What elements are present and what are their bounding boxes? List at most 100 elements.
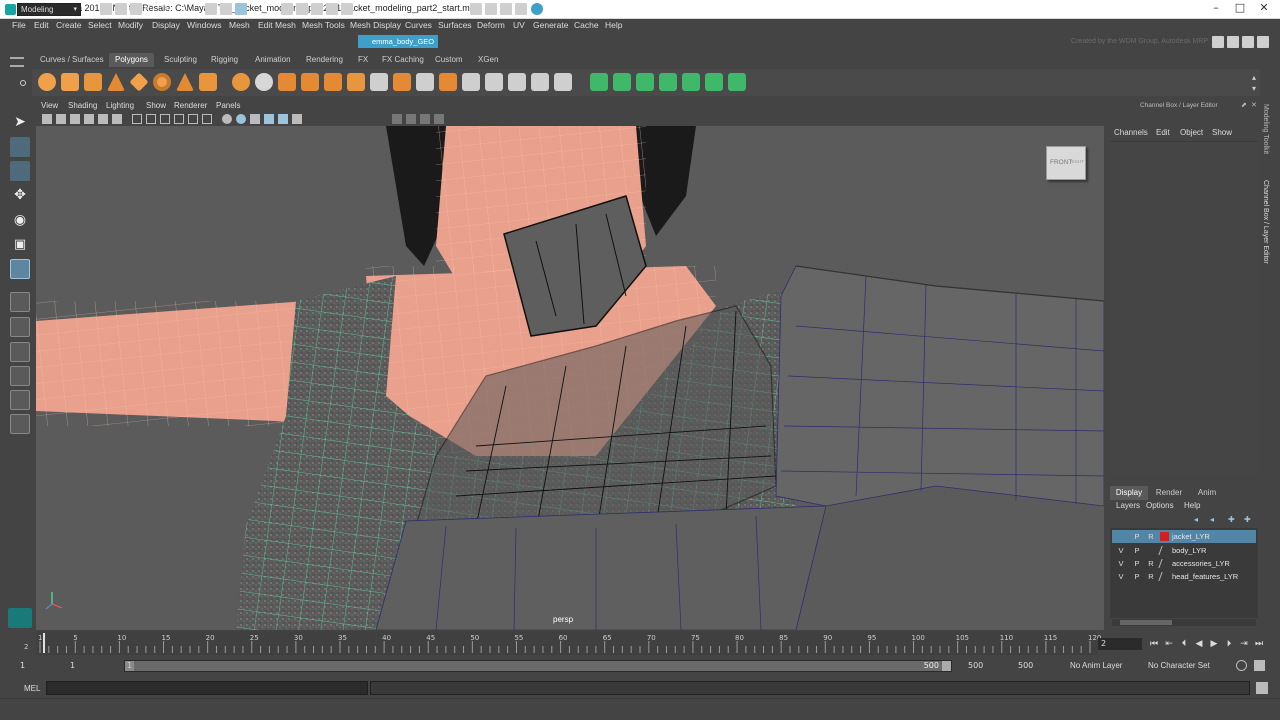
attribute-editor-toggle-icon[interactable] <box>1227 36 1239 48</box>
viewport-menu-renderer[interactable]: Renderer <box>174 101 207 110</box>
shelf-menu-icon[interactable] <box>10 57 24 67</box>
isolate-select-icon[interactable] <box>392 114 402 124</box>
image-plane-icon[interactable] <box>84 114 94 124</box>
layer-row-jacket[interactable]: P R jacket_LYR <box>1112 530 1256 543</box>
range-slider-start-handle[interactable] <box>125 661 134 671</box>
menu-edit-mesh[interactable]: Edit Mesh <box>258 20 296 30</box>
select-component-icon[interactable] <box>235 3 247 15</box>
bookmarks-icon[interactable] <box>70 114 80 124</box>
menu-curves[interactable]: Curves <box>405 20 432 30</box>
command-input[interactable] <box>46 681 368 695</box>
shelf-tab-custom[interactable]: Custom <box>431 53 467 67</box>
render-view-icon[interactable] <box>470 3 482 15</box>
new-layer-selected-icon[interactable]: ✚ <box>1244 515 1251 524</box>
hypershade-icon[interactable] <box>531 3 543 15</box>
new-scene-icon[interactable] <box>100 3 112 15</box>
tool-settings-toggle-icon[interactable] <box>1242 36 1254 48</box>
multi-cut-icon[interactable] <box>462 73 480 91</box>
undo-icon[interactable]: ↶ <box>145 3 157 15</box>
viewport-menu-panels[interactable]: Panels <box>216 101 240 110</box>
layer-color-swatch[interactable] <box>1158 572 1171 581</box>
panel-close-icon[interactable]: ✕ <box>1251 101 1257 109</box>
menu-select[interactable]: Select <box>88 20 112 30</box>
uv-editor-icon[interactable] <box>682 73 700 91</box>
shelf-scroll-up-icon[interactable]: ▴ <box>1252 73 1256 82</box>
outliner-layout-icon[interactable] <box>10 414 30 434</box>
minimize-button[interactable]: – <box>1204 0 1228 18</box>
menu-file[interactable]: File <box>12 20 26 30</box>
menu-modify[interactable]: Modify <box>118 20 143 30</box>
bridge-icon[interactable] <box>393 73 411 91</box>
move-layer-up-icon[interactable]: ◂ <box>1194 515 1198 524</box>
channel-box-layer-tab[interactable]: Channel Box / Layer Editor <box>1262 180 1269 264</box>
rotate-tool-icon[interactable]: ◉ <box>10 210 30 230</box>
shelf-options-icon[interactable] <box>20 80 26 86</box>
menu-display[interactable]: Display <box>152 20 180 30</box>
maximize-button[interactable]: □ <box>1228 0 1252 18</box>
boolean-difference-icon[interactable] <box>324 73 342 91</box>
select-camera-icon[interactable] <box>42 114 52 124</box>
layer-color-swatch[interactable] <box>1158 546 1171 555</box>
layer-tab-display[interactable]: Display <box>1110 486 1148 500</box>
character-set-selector[interactable]: No Character Set <box>1148 660 1228 672</box>
snap-grid-icon[interactable] <box>281 3 293 15</box>
step-back-frame-icon[interactable]: ⏴ <box>1178 638 1190 650</box>
layer-color-swatch[interactable] <box>1160 532 1169 541</box>
close-button[interactable]: ✕ <box>1252 0 1276 18</box>
play-forward-icon[interactable]: ▶ <box>1208 638 1220 650</box>
layer-row-head-features[interactable]: V P R head_features_LYR <box>1112 570 1256 583</box>
playback-start-field[interactable]: 1 <box>70 660 110 672</box>
four-view-layout-icon[interactable] <box>10 317 30 337</box>
poly-torus-icon[interactable] <box>153 73 171 91</box>
channel-box-area[interactable] <box>1110 141 1258 475</box>
menu-generate[interactable]: Generate <box>533 20 568 30</box>
script-editor-icon[interactable] <box>1256 682 1268 694</box>
twod-pan-zoom-icon[interactable] <box>98 114 108 124</box>
playback-end-field[interactable]: 500 <box>968 660 1008 672</box>
render-current-icon[interactable] <box>485 3 497 15</box>
layer-color-swatch[interactable] <box>1158 559 1171 568</box>
select-hierarchy-icon[interactable] <box>205 3 217 15</box>
uv-layout-icon[interactable] <box>705 73 723 91</box>
shadows-icon[interactable] <box>292 114 302 124</box>
redo-icon[interactable]: ↷ <box>160 3 172 15</box>
anim-layer-selector[interactable]: No Anim Layer <box>1070 660 1140 672</box>
uv-unfold-icon[interactable] <box>728 73 746 91</box>
grease-pencil-icon[interactable] <box>112 114 122 124</box>
wireframe-icon[interactable] <box>222 114 232 124</box>
layer-tab-anim[interactable]: Anim <box>1190 486 1224 500</box>
menu-mesh-display[interactable]: Mesh Display <box>350 20 401 30</box>
channel-menu-edit[interactable]: Edit <box>1156 128 1170 137</box>
menu-mesh-tools[interactable]: Mesh Tools <box>302 20 345 30</box>
viewport-menu-show[interactable]: Show <box>146 101 166 110</box>
poly-pipe-icon[interactable] <box>199 73 217 91</box>
poly-sphere-icon[interactable] <box>38 73 56 91</box>
layer-visibility-toggle[interactable]: V <box>1114 570 1128 583</box>
xray-joints-icon[interactable] <box>420 114 430 124</box>
layer-visibility-toggle[interactable]: V <box>1114 557 1128 570</box>
layer-tab-render[interactable]: Render <box>1150 486 1188 500</box>
insert-edge-loop-icon[interactable] <box>485 73 503 91</box>
layer-menu-options[interactable]: Options <box>1146 501 1174 510</box>
menu-mesh[interactable]: Mesh <box>229 20 250 30</box>
snap-view-plane-icon[interactable] <box>326 3 338 15</box>
animation-start-field[interactable]: 1 <box>20 660 60 672</box>
animation-preferences-icon[interactable] <box>1254 660 1265 671</box>
poly-cylinder-icon[interactable] <box>84 73 102 91</box>
shelf-tab-curves-surfaces[interactable]: Curves / Surfaces <box>36 53 108 67</box>
shelf-tab-xgen[interactable]: XGen <box>474 53 502 67</box>
merge-icon[interactable] <box>554 73 572 91</box>
planar-uv-icon[interactable] <box>590 73 608 91</box>
use-all-lights-icon[interactable] <box>278 114 288 124</box>
perspective-viewport[interactable]: FRONT RIGHT <box>36 126 1104 630</box>
channel-menu-show[interactable]: Show <box>1212 128 1232 137</box>
go-to-start-icon[interactable]: ⏮ <box>1148 638 1160 650</box>
layer-row-body[interactable]: V P body_LYR <box>1112 544 1256 557</box>
snap-curve-icon[interactable] <box>296 3 308 15</box>
menu-uv[interactable]: UV <box>513 20 525 30</box>
current-frame-field[interactable]: 2 <box>1098 638 1142 650</box>
viewport-menu-shading[interactable]: Shading <box>68 101 97 110</box>
open-scene-icon[interactable] <box>115 3 127 15</box>
layer-row-accessories[interactable]: V P R accessories_LYR <box>1112 557 1256 570</box>
modeling-toolkit-tab[interactable]: Modeling Toolkit <box>1262 104 1269 154</box>
